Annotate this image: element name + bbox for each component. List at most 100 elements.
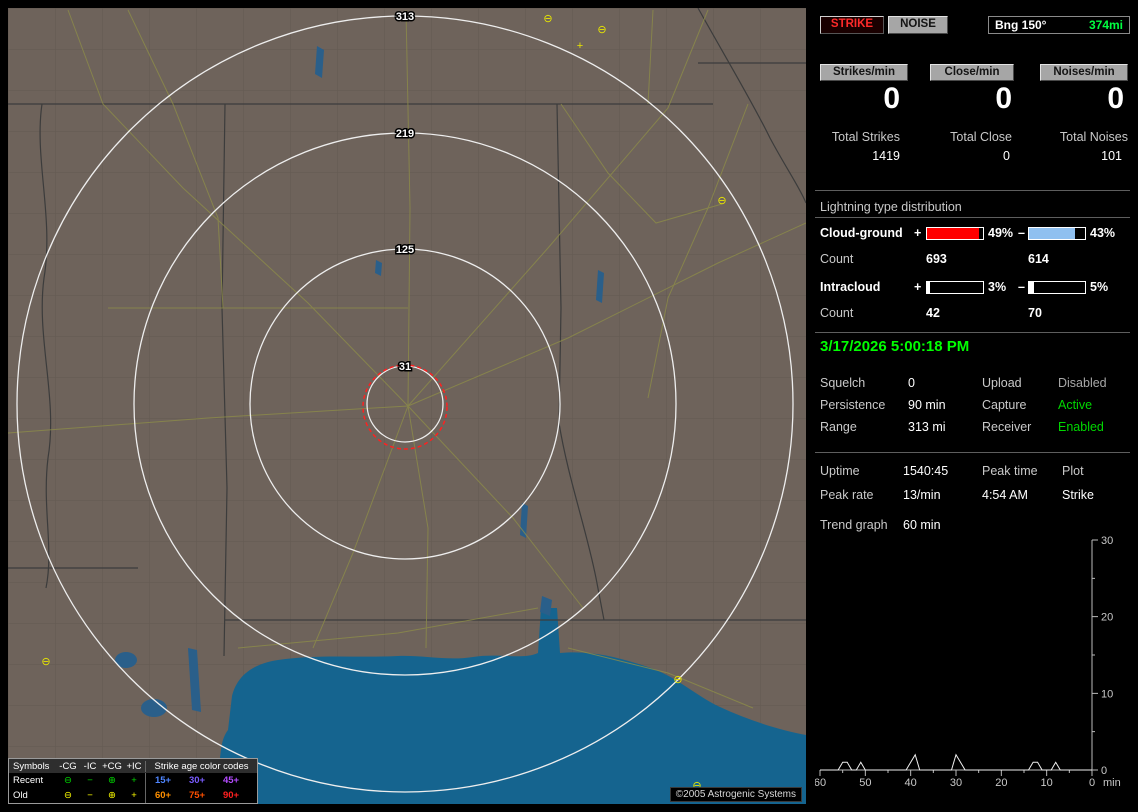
peak-rate-label: Peak rate [820,488,874,502]
trend-graph: 30 20 10 0 60 50 40 30 20 10 0 min [814,532,1135,804]
receiver-label: Receiver [982,420,1032,434]
minus-sign: – [1018,226,1025,240]
persistence-label: Persistence [820,398,886,412]
noises-per-min-button[interactable]: Noises/min [1040,64,1128,81]
map-legend: Symbols -CG -IC +CG +IC Strike age color… [8,758,258,804]
legend-col-neg-cg: -CG [59,760,77,772]
upload-label: Upload [982,376,1022,390]
plot-label: Plot [1062,464,1084,478]
divider [815,190,1130,191]
trend-y-tick-label: 10 [1101,688,1113,700]
peak-time-label: Peak time [982,464,1038,478]
squelch-label: Squelch [820,376,866,390]
legend-col-pos-cg: +CG [102,760,122,772]
trend-y-tick-label: 0 [1101,765,1107,777]
trend-x-tick-label: 20 [995,777,1007,789]
old-strike-symbol: ⊖ [597,24,606,36]
copyright-label: ©2005 Astrogenic Systems [669,787,802,802]
strikes-per-min-button[interactable]: Strikes/min [820,64,908,81]
bearing-label: Bng 150° [995,18,1047,32]
legend-row-recent-label: Recent [13,775,44,786]
trend-x-tick-label: 0 [1089,777,1095,789]
old-strike-symbol: ⊖ [41,656,50,668]
divider [815,217,1130,218]
cloud-ground-label: Cloud-ground [820,226,903,240]
age-code-90: 90+ [222,790,240,801]
cg-positive-pct: 49% [988,226,1014,240]
upload-status: Disabled [1058,376,1107,390]
uptime-value: 1540:45 [903,464,949,478]
old-neg-cg-icon: ⊖ [64,790,72,801]
trend-x-tick-label: 10 [1041,777,1053,789]
distribution-header: Lightning type distribution [820,200,962,214]
ic-count-label: Count [820,306,854,320]
close-per-min-button[interactable]: Close/min [930,64,1014,81]
minus-sign: – [1018,280,1025,294]
plus-sign: + [914,280,922,294]
total-close-value: 0 [1003,149,1010,163]
ring-label: 219 [396,128,414,140]
legend-col-neg-ic: -IC [83,760,97,772]
age-code-75: 75+ [188,790,206,801]
persistence-value: 90 min [908,398,946,412]
legend-row-old-label: Old [13,790,28,801]
trend-x-tick-label: 50 [859,777,871,789]
old-strike-symbol: ⊖ [543,13,552,25]
age-code-30: 30+ [188,775,206,786]
trend-axes [820,540,1093,771]
cg-negative-pct: 43% [1090,226,1116,240]
trend-ticks [819,539,1098,776]
ring-label: 125 [396,244,414,256]
old-strike-symbol: + [577,40,583,52]
cg-negative-bar [1028,227,1086,240]
cg-count-label: Count [820,252,854,266]
datetime-display: 3/17/2026 5:00:18 PM [820,338,970,355]
ic-negative-pct: 5% [1090,280,1109,294]
ic-negative-bar [1028,281,1086,294]
ic-positive-bar [926,281,984,294]
receiver-status: Enabled [1058,420,1104,434]
recent-neg-cg-icon: ⊖ [64,775,72,786]
strike-map[interactable]: 313 219 125 31 ⊖ ⊖ + ⊖ ⊖ ⊖ ⊖ Symbols -CG -IC +… [7,7,807,804]
strikes-per-min-value: 0 [883,82,900,115]
old-strike-symbol: ⊖ [673,674,682,686]
cg-positive-count: 693 [926,252,947,266]
plus-sign: + [914,226,922,240]
age-code-15: 15+ [154,775,172,786]
intracloud-label: Intracloud [820,280,881,294]
squelch-value: 0 [908,376,915,390]
recent-pos-ic-icon: + [131,775,137,786]
divider [815,452,1130,453]
total-noises-label: Total Noises [1059,130,1128,144]
close-per-min-value: 0 [995,82,1012,115]
ring-label: 31 [399,361,411,373]
noise-button[interactable]: NOISE [888,16,948,34]
trend-window-value: 60 min [903,518,941,532]
ic-positive-count: 42 [926,306,940,320]
total-strikes-value: 1419 [872,149,900,163]
legend-col-pos-ic: +IC [126,760,142,772]
strike-button[interactable]: STRIKE [820,16,884,34]
trend-x-tick-label: 60 [815,777,826,789]
capture-label: Capture [982,398,1027,412]
total-noises-value: 101 [1101,149,1122,163]
age-code-45: 45+ [222,775,240,786]
noises-per-min-value: 0 [1107,82,1124,115]
ring-label: 313 [396,11,414,23]
capture-status: Active [1058,398,1093,412]
bearing-display: Bng 150° 374mi [988,16,1130,34]
trend-x-unit-label: min [1103,777,1121,789]
ic-positive-pct: 3% [988,280,1007,294]
peak-rate-value: 13/min [903,488,941,502]
plot-value: Strike [1062,488,1094,502]
old-strike-symbol: ⊖ [717,195,726,207]
peak-time-value: 4:54 AM [982,488,1028,502]
recent-neg-ic-icon: − [87,775,93,786]
trend-y-tick-label: 30 [1101,535,1113,547]
total-close-label: Total Close [950,130,1012,144]
legend-symbols-header: Symbols [13,760,50,772]
map-canvas: 313 219 125 31 ⊖ ⊖ + ⊖ ⊖ ⊖ ⊖ [7,7,807,804]
recent-pos-cg-icon: ⊕ [108,775,116,786]
trend-x-tick-label: 40 [905,777,917,789]
old-pos-ic-icon: + [131,790,137,801]
